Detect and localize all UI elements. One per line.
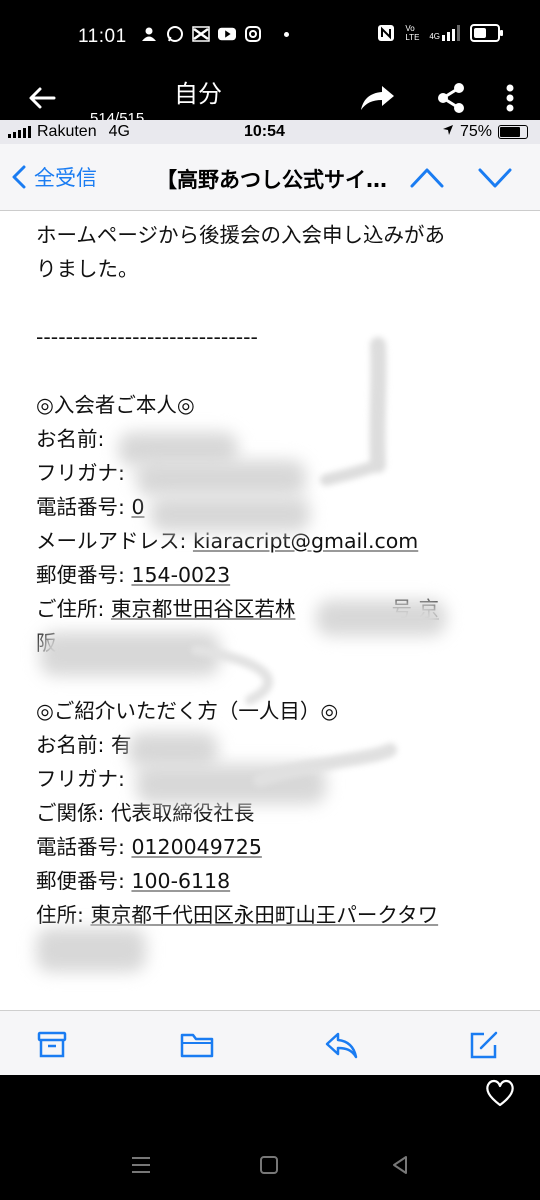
battery-icon: [470, 24, 503, 42]
more-notifications-dot: [284, 31, 289, 37]
home-icon[interactable]: [260, 1156, 278, 1174]
viewer-title: 自分: [174, 80, 222, 108]
instagram-icon: [244, 25, 262, 43]
compose-icon[interactable]: [468, 1029, 502, 1061]
system-back-icon[interactable]: [390, 1154, 410, 1176]
volte-tag: Vo LTE: [405, 24, 420, 42]
person-icon: [140, 25, 158, 43]
status-time: 11:01: [78, 26, 127, 47]
whatsapp-icon: [166, 25, 184, 43]
android-nav-bar: [0, 1140, 540, 1200]
viewer-top-bar: 自分 514/515: [0, 72, 540, 127]
archive-icon[interactable]: [36, 1029, 70, 1061]
back-arrow-icon[interactable]: [26, 82, 58, 114]
recent-apps-icon[interactable]: [130, 1156, 152, 1174]
more-options-icon[interactable]: [500, 80, 520, 116]
capcut-icon: [192, 25, 210, 43]
system-icons: Vo LTE 4G: [377, 24, 503, 42]
network-4g-tag: 4G: [429, 32, 440, 41]
nfc-icon: [377, 24, 395, 42]
redaction-scribble: [191, 337, 397, 787]
share-icon[interactable]: [436, 82, 466, 114]
reply-icon[interactable]: [324, 1029, 358, 1061]
signal-icon: 4G: [429, 25, 460, 41]
mail-toolbar: [0, 1010, 540, 1075]
notification-icons: [140, 25, 289, 43]
shared-screenshot: Rakuten 4G 10:54 75% 全受信 【高野あつし公式サイ… ホーム…: [0, 120, 540, 1075]
android-status-bar: 11:01 Vo LTE 4G: [0, 0, 540, 72]
youtube-icon: [218, 25, 236, 43]
folder-icon[interactable]: [180, 1029, 214, 1061]
heart-icon[interactable]: [484, 1078, 516, 1108]
forward-icon[interactable]: [358, 82, 398, 114]
